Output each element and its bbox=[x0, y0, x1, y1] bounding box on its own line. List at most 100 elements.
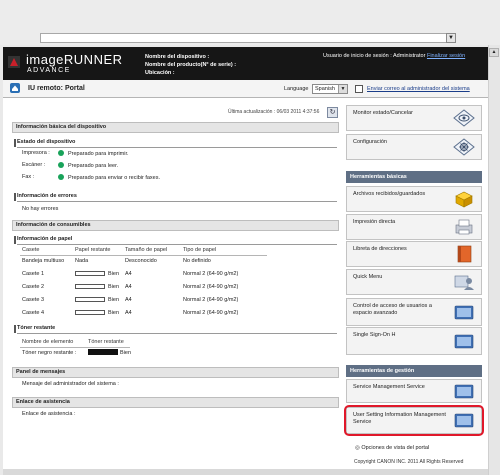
direct-print-button[interactable]: Impresión directa bbox=[346, 214, 482, 240]
table-row-size: A4 bbox=[125, 284, 132, 290]
gear-icon bbox=[453, 138, 475, 156]
subsection-errors: Información de errores bbox=[14, 193, 337, 202]
settings-label: Configuración bbox=[353, 139, 387, 145]
last-update-text: Última actualización : 06/03 2011 4:37:5… bbox=[228, 109, 320, 115]
quick-menu-label: Quick Menu bbox=[353, 274, 383, 280]
table-row-type: Normal 2 (64-90 g/m2) bbox=[183, 284, 239, 290]
eye-icon bbox=[453, 109, 475, 127]
table-row-type: No definido bbox=[183, 258, 211, 264]
received-files-button[interactable]: Archivos recibidos/guardados bbox=[346, 186, 482, 212]
single-sign-on-label: Single Sign-On H bbox=[353, 332, 396, 338]
admin-message-label: Mensaje del administrador del sistema : bbox=[22, 381, 119, 387]
status-ok-icon bbox=[58, 174, 64, 180]
logout-link[interactable]: Finalizar sesión bbox=[427, 53, 465, 59]
address-book-button[interactable]: Libreta de direcciones bbox=[346, 241, 482, 267]
status-ok-icon bbox=[58, 162, 64, 168]
device-name-label: Nombre del dispositivo : bbox=[145, 54, 210, 60]
table-row-cassette: Casete 1 bbox=[22, 271, 45, 277]
table-row-size: A4 bbox=[125, 297, 132, 303]
table-row-type: Normal 2 (64-90 g/m2) bbox=[183, 297, 239, 303]
copyright-text: Copyright CANON INC. 2011 All Rights Res… bbox=[354, 459, 464, 465]
page-title: IU remoto: Portal bbox=[28, 85, 85, 92]
col-header-toner-remaining: Tóner restante bbox=[88, 339, 124, 345]
support-link-label: Enlace de asistencia : bbox=[22, 411, 76, 417]
subsection-toner: Tóner restante bbox=[14, 325, 337, 334]
toner-black-label: Tóner negro restante : bbox=[22, 350, 77, 356]
col-header-type: Tipo de papel bbox=[183, 247, 217, 253]
product-name-label: Nombre del producto(N° de serie) : bbox=[145, 62, 237, 68]
scanner-label: Escáner : bbox=[22, 162, 46, 168]
table-row-remaining: Bien bbox=[108, 310, 120, 316]
table-row-cassette: Casete 4 bbox=[22, 310, 45, 316]
login-info: Usuario de inicio de sesión : Administra… bbox=[323, 53, 465, 59]
monitor-icon bbox=[454, 334, 474, 349]
single-sign-on-button[interactable]: Single Sign-On H bbox=[346, 327, 482, 355]
subsection-paper: Información de papel bbox=[14, 236, 337, 245]
brand-title: imageRUNNER bbox=[26, 52, 123, 67]
quick-menu-button[interactable]: Quick Menu bbox=[346, 269, 482, 295]
scanner-status: Preparado para leer. bbox=[68, 163, 119, 169]
received-files-label: Archivos recibidos/guardados bbox=[353, 191, 426, 197]
monitor-icon bbox=[454, 305, 474, 320]
table-row-size: Desconocido bbox=[125, 258, 157, 264]
status-ok-icon bbox=[58, 150, 64, 156]
basic-tools-header: Herramientas básicas bbox=[346, 171, 482, 183]
address-book-label: Libreta de direcciones bbox=[353, 246, 407, 252]
settings-button[interactable]: Configuración bbox=[346, 134, 482, 160]
table-divider bbox=[20, 255, 267, 256]
access-control-button[interactable]: Control de acceso de usuarios a espacio … bbox=[346, 298, 482, 326]
chevron-down-icon: ▼ bbox=[338, 85, 347, 93]
table-row-cassette: Bandeja multiuso bbox=[22, 258, 65, 264]
col-header-cassette: Casete bbox=[22, 247, 40, 253]
col-header-item-name: Nombre de elemento bbox=[22, 339, 74, 345]
vertical-scrollbar[interactable] bbox=[488, 45, 500, 475]
refresh-icon[interactable]: ↻ bbox=[327, 107, 338, 118]
portal-home-icon bbox=[10, 83, 20, 93]
service-management-button[interactable]: Service Management Service bbox=[346, 379, 482, 403]
language-label: Language bbox=[284, 86, 309, 92]
address-bar[interactable] bbox=[40, 33, 455, 43]
location-label: Ubicación : bbox=[145, 70, 175, 76]
status-bar bbox=[3, 469, 488, 475]
service-management-label: Service Management Service bbox=[353, 384, 425, 390]
monitor-icon bbox=[454, 384, 474, 399]
paper-level-bar bbox=[75, 284, 105, 289]
scroll-up-arrow-icon[interactable]: ▲ bbox=[489, 48, 499, 57]
send-mail-link[interactable]: Enviar correo al administrador del siste… bbox=[367, 86, 470, 92]
subsection-device-status: Estado del dispositivo bbox=[14, 139, 337, 148]
language-value: Spanish bbox=[315, 86, 335, 92]
table-row-cassette: Casete 3 bbox=[22, 297, 45, 303]
table-row-size: A4 bbox=[125, 271, 132, 277]
mail-icon bbox=[355, 85, 363, 93]
canon-logo-icon bbox=[8, 56, 20, 68]
highlight-outline bbox=[344, 405, 484, 436]
table-row-type: Normal 2 (64-90 g/m2) bbox=[183, 310, 239, 316]
language-select[interactable]: Spanish ▼ bbox=[312, 84, 348, 94]
section-messages: Panel de mensajes bbox=[12, 367, 339, 378]
portal-options-link[interactable]: Opciones de vista del portal bbox=[361, 445, 429, 451]
section-consumables: Información de consumibles bbox=[12, 220, 339, 231]
paper-level-bar bbox=[75, 297, 105, 302]
brand-subtitle: ADVANCE bbox=[27, 67, 71, 74]
table-row-remaining: Bien bbox=[108, 271, 120, 277]
paper-level-bar bbox=[75, 271, 105, 276]
portal-options[interactable]: ◎ Opciones de vista del portal bbox=[355, 445, 429, 451]
monitor-status-button[interactable]: Monitor estado/Cancelar bbox=[346, 105, 482, 131]
section-support: Enlace de asistencia bbox=[12, 397, 339, 408]
table-row-remaining: Bien bbox=[108, 284, 120, 290]
table-row-remaining: Bien bbox=[108, 297, 120, 303]
printer-label: Impresora : bbox=[22, 150, 50, 156]
address-book-icon bbox=[457, 245, 472, 263]
paper-level-bar bbox=[75, 310, 105, 315]
table-row-remaining: Nada bbox=[75, 258, 89, 264]
quick-menu-icon bbox=[454, 275, 474, 290]
monitor-status-label: Monitor estado/Cancelar bbox=[353, 110, 413, 116]
fax-label: Fax : bbox=[22, 174, 35, 180]
table-row-type: Normal 2 (64-90 g/m2) bbox=[183, 271, 239, 277]
management-tools-header: Herramientas de gestión bbox=[346, 365, 482, 377]
table-row-cassette: Casete 2 bbox=[22, 284, 45, 290]
col-header-remaining: Papel restante bbox=[75, 247, 111, 253]
toner-black-value: Bien bbox=[120, 350, 132, 356]
address-dropdown-button[interactable]: ▼ bbox=[446, 33, 456, 43]
access-control-label: Control de acceso de usuarios a espacio … bbox=[353, 303, 432, 316]
